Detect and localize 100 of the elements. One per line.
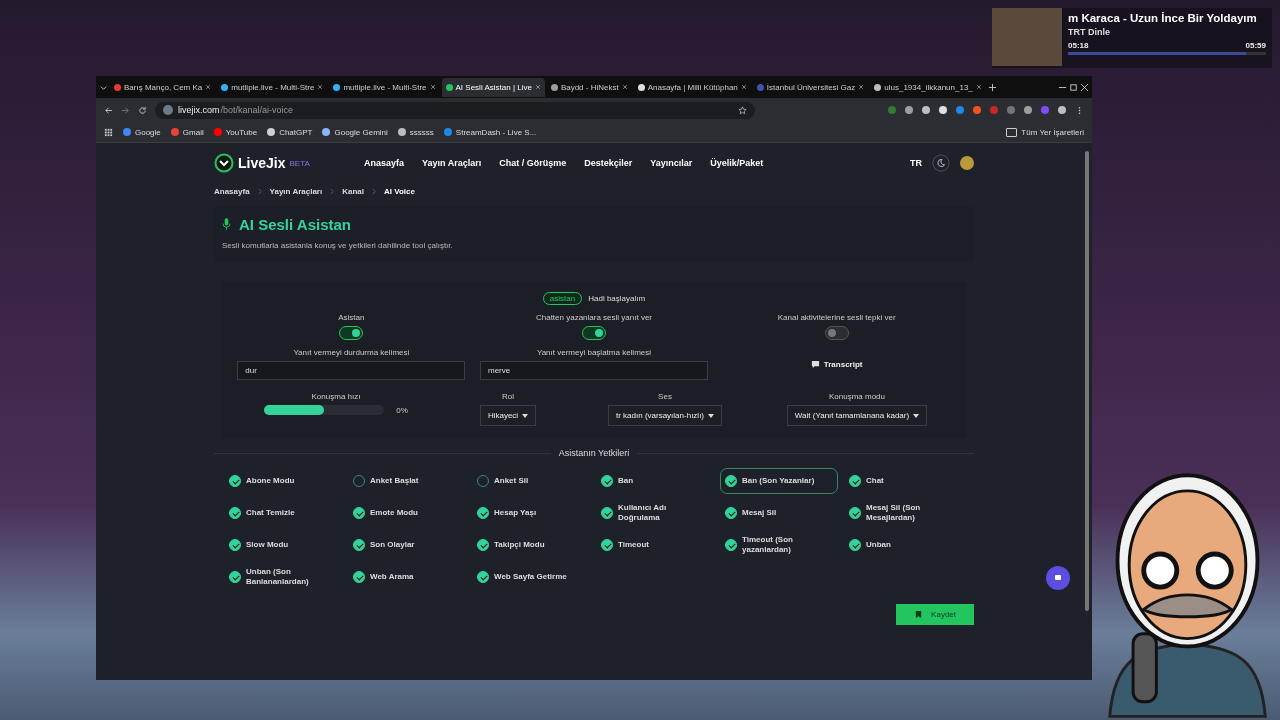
extension-icon[interactable] [922, 106, 930, 114]
maximize-icon[interactable] [1069, 82, 1078, 92]
save-button[interactable]: Kaydet [896, 604, 974, 625]
permission-item[interactable]: Hesap Yaşı [472, 500, 590, 526]
checkbox[interactable] [601, 475, 613, 487]
back-icon[interactable] [104, 105, 113, 115]
bookmark-link[interactable]: Google Gemini [322, 127, 388, 137]
checkbox[interactable] [725, 539, 737, 551]
reload-icon[interactable] [138, 105, 147, 115]
browser-tab[interactable]: mutliple.live - Multi-Stre [329, 77, 440, 97]
permission-item[interactable]: Chat Temizle [224, 500, 342, 526]
checkbox[interactable] [849, 539, 861, 551]
permission-item[interactable]: Web Arama [348, 564, 466, 590]
permission-item[interactable]: Mesaj Sil [720, 500, 838, 526]
close-tab-icon[interactable] [621, 84, 628, 90]
checkbox[interactable] [477, 507, 489, 519]
extension-icon[interactable] [905, 106, 913, 114]
close-tab-icon[interactable] [858, 84, 865, 90]
nav-link[interactable]: Chat / Görüşme [499, 158, 567, 168]
permission-item[interactable]: Abone Modu [224, 468, 342, 494]
address-bar[interactable]: livejix.com/bot/kanal/ai-voice [155, 101, 755, 119]
site-logo[interactable]: LiveJix [238, 155, 286, 171]
permission-item[interactable]: Chat [844, 468, 962, 494]
slider-fill[interactable] [264, 405, 325, 415]
theme-moon-icon[interactable] [932, 154, 950, 172]
browser-tab[interactable]: Anasayfa | Milli Kütüphan [633, 77, 751, 97]
bookmark-link[interactable]: Google [123, 127, 161, 137]
browser-tab[interactable]: İstanbul Üniversitesi Gaz [752, 77, 869, 97]
permission-item[interactable]: Web Sayfa Getirme [472, 564, 590, 590]
checkbox[interactable] [725, 475, 737, 487]
checkbox[interactable] [229, 571, 241, 583]
close-tab-icon[interactable] [975, 84, 982, 90]
permission-item[interactable]: Ban [596, 468, 714, 494]
transcript-button[interactable]: Transcript [810, 359, 863, 369]
close-tab-icon[interactable] [317, 84, 324, 90]
apps-grid-icon[interactable] [104, 127, 113, 137]
toggle-switch[interactable] [339, 326, 364, 340]
checkbox[interactable] [229, 539, 241, 551]
new-tab-icon[interactable] [987, 82, 997, 92]
checkbox[interactable] [353, 539, 365, 551]
checkbox[interactable] [849, 475, 861, 487]
extension-icon[interactable] [939, 106, 947, 114]
permission-item[interactable]: Kullanıcı Adı Doğrulama [596, 500, 714, 526]
checkbox[interactable] [725, 507, 737, 519]
nav-link[interactable]: Yayıncılar [650, 158, 693, 168]
input-field[interactable]: dur [237, 361, 466, 380]
permission-item[interactable]: Unban (Son Banlananlardan) [224, 564, 342, 590]
checkbox[interactable] [477, 571, 489, 583]
nav-link[interactable]: Destekçiler [584, 158, 633, 168]
checkbox[interactable] [353, 507, 365, 519]
slider-track[interactable] [264, 405, 385, 415]
site-info-icon[interactable] [163, 105, 173, 115]
checkbox[interactable] [849, 507, 861, 519]
all-bookmarks-link[interactable]: Tüm Yer İşaretleri [1006, 127, 1084, 137]
bookmark-link[interactable]: ChatGPT [267, 127, 313, 137]
dropdown[interactable]: Hikayeci [479, 405, 537, 426]
close-tab-icon[interactable] [534, 84, 541, 90]
browser-tab[interactable]: ulus_1934_ilkkanun_13_ [870, 77, 986, 97]
breadcrumb-link[interactable]: Anasayfa [214, 187, 250, 196]
browser-tab[interactable]: AI Sesli Asistan | Live [441, 77, 545, 97]
nav-link[interactable]: Anasayfa [364, 158, 405, 168]
permission-item[interactable]: Anket Sil [472, 468, 590, 494]
checkbox[interactable] [601, 507, 613, 519]
close-tab-icon[interactable] [740, 84, 747, 90]
browser-tab[interactable]: Baydd - HiNekst [546, 77, 632, 97]
star-icon[interactable] [738, 105, 747, 115]
permission-item[interactable]: Slow Modu [224, 532, 342, 558]
scrollbar[interactable] [1085, 151, 1089, 611]
bookmark-link[interactable]: YouTube [213, 127, 258, 137]
close-icon[interactable] [1080, 82, 1089, 92]
permission-item[interactable]: Mesaj Sil (Son Mesajlardan) [844, 500, 962, 526]
extension-icon[interactable] [1024, 106, 1032, 114]
checkbox[interactable] [601, 539, 613, 551]
permission-item[interactable]: Takipçi Modu [472, 532, 590, 558]
nav-link[interactable]: Yayın Araçları [422, 158, 482, 168]
close-tab-icon[interactable] [205, 84, 212, 90]
close-tab-icon[interactable] [429, 84, 436, 90]
forward-icon[interactable] [121, 105, 130, 115]
extension-icon[interactable] [1058, 106, 1066, 114]
dropdown[interactable]: tr kadın (varsayılan-hızlı) [608, 405, 722, 426]
checkbox[interactable] [229, 475, 241, 487]
input-field[interactable]: merve [480, 361, 708, 380]
chat-bubble-button[interactable] [1046, 566, 1070, 590]
checkbox[interactable] [353, 571, 365, 583]
browser-tab[interactable]: Barış Manço, Cem Ka [110, 77, 216, 97]
toggle-switch[interactable] [582, 326, 606, 340]
nav-link[interactable]: Üyelik/Paket [710, 158, 764, 168]
permission-item[interactable]: Emote Modu [348, 500, 466, 526]
permission-item[interactable]: Anket Başlat [348, 468, 466, 494]
dropdown[interactable]: Wait (Yanıt tamamlanana kadar) [786, 405, 928, 426]
permission-item[interactable]: Son Olaylar [348, 532, 466, 558]
permission-item[interactable]: Timeout (Son yazanlardan) [720, 532, 838, 558]
language-button[interactable]: TR [910, 158, 922, 168]
breadcrumb-link[interactable]: Yayın Araçları [269, 187, 323, 196]
bookmark-link[interactable]: Gmail [170, 127, 204, 137]
checkbox[interactable] [477, 539, 489, 551]
bookmark-link[interactable]: ssssss [397, 127, 434, 137]
avatar-circle[interactable] [960, 156, 974, 170]
bookmark-link[interactable]: StreamDash - Live S... [443, 127, 537, 137]
permission-item[interactable]: Timeout [596, 532, 714, 558]
